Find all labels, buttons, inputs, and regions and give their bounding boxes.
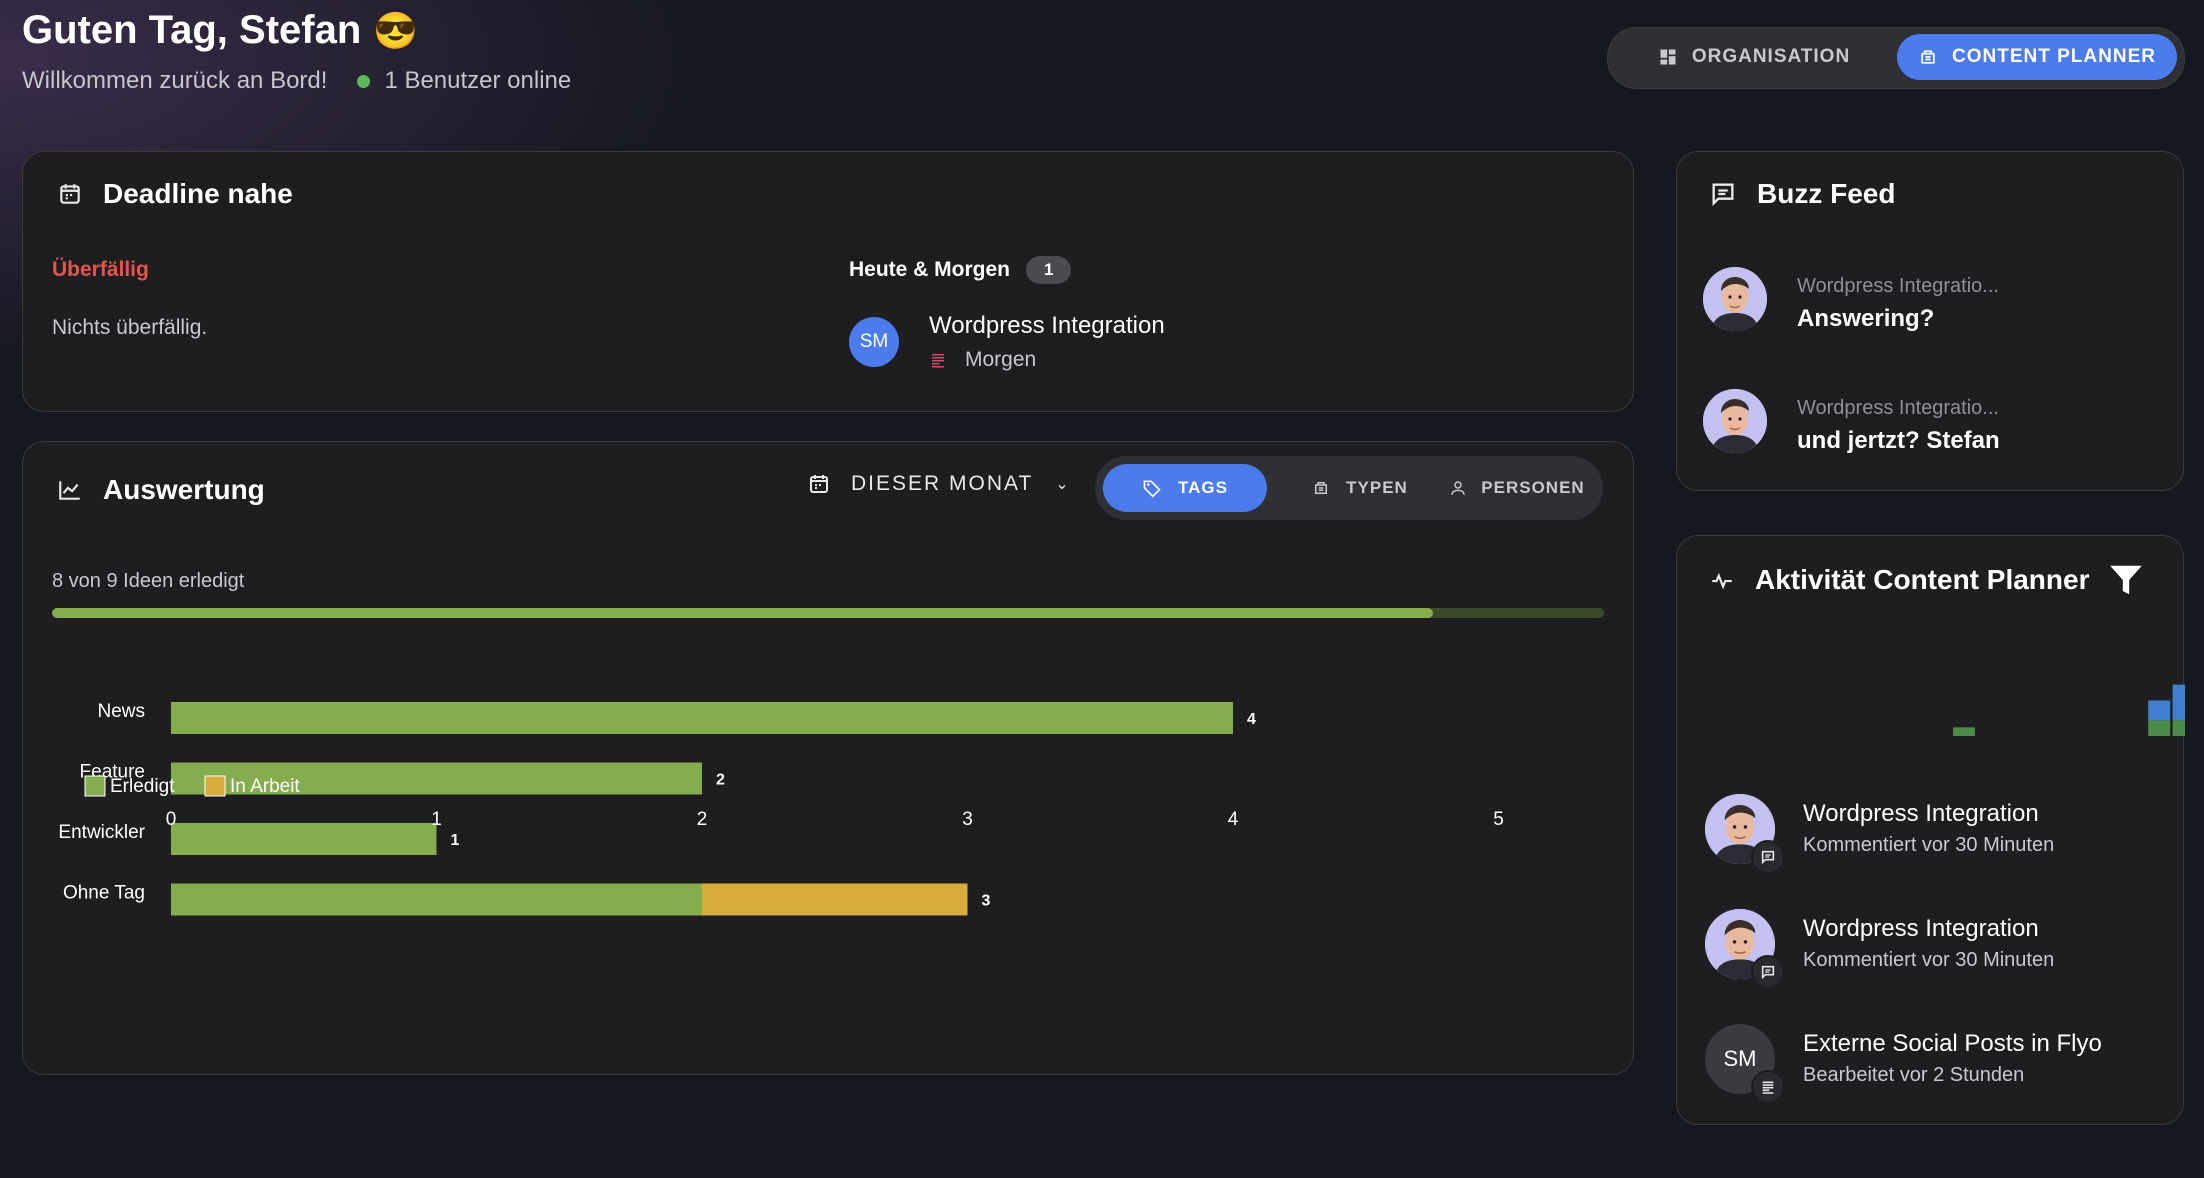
page-title: Guten Tag, Stefan xyxy=(22,8,362,52)
tab-organisation-label: ORGANISATION xyxy=(1691,46,1851,67)
bar-segment xyxy=(702,883,968,916)
bar-segment xyxy=(171,823,437,855)
activity-bar xyxy=(1953,727,1975,736)
tags-bar-chart: News 4Feature 2Entwickler 1Ohne Tag 30 1 2 3 4 5E… xyxy=(58,701,1504,916)
activity-bar xyxy=(2148,720,2171,736)
period-label: DIESER MONAT xyxy=(851,472,1034,495)
legend-swatch xyxy=(204,775,226,797)
deadline-item-title: Wordpress Integration xyxy=(929,312,1165,339)
activity-item-sub: Kommentiert vor 30 Minuten xyxy=(1803,949,2055,971)
sunglasses-emoji: 😎 xyxy=(373,9,419,51)
buzz-item[interactable]: Wordpress Integratio... und jertzt? Stef… xyxy=(1703,389,2163,459)
activity-item-title: Wordpress Integration xyxy=(1803,800,2039,827)
activity-item-title: Externe Social Posts in Flyo xyxy=(1803,1030,2102,1057)
tab-content-planner[interactable]: CONTENT PLANNER xyxy=(1897,34,2177,80)
activity-pulse-icon xyxy=(1712,572,1732,590)
notes-icon xyxy=(932,354,944,368)
buzz-item-text: und jertzt? Stefan xyxy=(1797,427,2000,454)
x-tick-label: 2 xyxy=(697,809,708,830)
online-dot-icon xyxy=(357,74,371,88)
x-tick-label: 1 xyxy=(431,809,442,830)
activity-title: Aktivität Content Planner xyxy=(1755,564,2090,595)
dashboard-icon xyxy=(1660,49,1676,65)
tab-typen[interactable]: TYPEN xyxy=(1285,464,1435,512)
page-header: Guten Tag, Stefan 😎 Willkommen zurück an… xyxy=(22,8,571,95)
buzz-item[interactable]: Wordpress Integratio... Answering? xyxy=(1703,267,2163,337)
tab-content-planner-label: CONTENT PLANNER xyxy=(1952,46,2156,67)
activity-item[interactable]: Wordpress Integration Kommentiert vor 30… xyxy=(1705,909,2165,989)
avatar xyxy=(1703,389,1767,453)
avatar: SM xyxy=(849,317,899,367)
tag-icon xyxy=(1143,480,1161,498)
comment-icon xyxy=(1751,840,1785,874)
avatar xyxy=(1703,267,1767,331)
legend-label: In Arbeit xyxy=(230,776,300,797)
calendar-icon xyxy=(810,475,828,493)
x-tick-label: 3 xyxy=(962,809,973,830)
category-label: Ohne Tag xyxy=(63,883,145,904)
online-users-text: 1 Benutzer online xyxy=(384,67,572,94)
comment-icon xyxy=(1712,183,1734,207)
tab-personen-label: PERSONEN xyxy=(1481,478,1585,497)
overdue-empty-text: Nichts überfällig. xyxy=(52,316,208,339)
legend-swatch xyxy=(84,775,106,797)
person-icon xyxy=(1451,481,1466,495)
category-label: News xyxy=(97,701,145,722)
period-dropdown[interactable]: DIESER MONAT ⌄ xyxy=(807,472,1069,496)
data-label: 4 xyxy=(1247,711,1256,728)
tab-tags-label: TAGS xyxy=(1178,478,1228,497)
planner-icon xyxy=(1921,50,1935,64)
data-label: 2 xyxy=(716,772,725,789)
deadline-item-due: Morgen xyxy=(965,348,1037,371)
activity-mini-chart xyxy=(1953,684,2185,736)
tab-organisation[interactable]: ORGANISATION xyxy=(1620,34,1888,80)
activity-bar xyxy=(2172,684,2185,721)
trending-chart-icon xyxy=(59,481,80,500)
buzz-title: Buzz Feed xyxy=(1757,178,1896,209)
bar-segment xyxy=(171,702,1233,734)
activity-item[interactable]: SM Externe Social Posts in Flyo Bearbeit… xyxy=(1705,1024,2165,1104)
progress-text: 8 von 9 Ideen erledigt xyxy=(52,570,245,592)
welcome-text: Willkommen zurück an Bord! xyxy=(22,67,328,94)
deadline-card: Deadline nahe Überfällig Nichts überfäll… xyxy=(22,151,1634,412)
calendar-icon xyxy=(60,184,80,204)
soon-label: Heute & Morgen xyxy=(849,258,1011,281)
legend-label: Erledigt xyxy=(110,776,175,797)
x-tick-label: 4 xyxy=(1228,809,1239,830)
tab-tags[interactable]: TAGS xyxy=(1103,464,1267,512)
category-label: Entwickler xyxy=(58,822,145,843)
buzz-item-context: Wordpress Integratio... xyxy=(1797,397,1999,419)
deadline-title: Deadline nahe xyxy=(103,178,293,209)
activity-item-title: Wordpress Integration xyxy=(1803,915,2039,942)
soon-count-badge: 1 xyxy=(1026,256,1072,284)
filter-icon[interactable] xyxy=(2107,560,2145,600)
comment-icon xyxy=(1751,955,1785,989)
grouping-tabs: TAGS TYPEN PERSONEN xyxy=(1095,456,1603,520)
data-label: 1 xyxy=(451,832,460,849)
buzz-feed-card: Buzz Feed Wordpress Integratio... Answer… xyxy=(1676,151,2184,491)
buzz-item-context: Wordpress Integratio... xyxy=(1797,275,1999,297)
evaluation-title: Auswertung xyxy=(103,474,265,505)
notes-icon xyxy=(1751,1070,1785,1104)
buzz-item-text: Answering? xyxy=(1797,305,1935,332)
activity-bar xyxy=(2148,700,2171,721)
activity-bar xyxy=(2172,720,2185,736)
activity-card: Aktivität Content Planner Wordpress Inte… xyxy=(1676,535,2185,1125)
activity-item-sub: Bearbeitet vor 2 Stunden xyxy=(1803,1064,2025,1086)
planner-icon xyxy=(1315,482,1328,494)
tab-typen-label: TYPEN xyxy=(1346,478,1408,497)
activity-item-sub: Kommentiert vor 30 Minuten xyxy=(1803,834,2055,856)
overdue-label: Überfällig xyxy=(52,258,149,281)
bar-segment xyxy=(171,883,702,916)
tab-personen[interactable]: PERSONEN xyxy=(1437,464,1597,512)
deadline-item[interactable]: SM Wordpress Integration Morgen xyxy=(849,312,1165,372)
evaluation-card: Auswertung DIESER MONAT ⌄ TAGS TYPEN PER… xyxy=(22,441,1634,1075)
x-tick-label: 0 xyxy=(166,809,177,830)
activity-item[interactable]: Wordpress Integration Kommentiert vor 30… xyxy=(1705,794,2165,874)
module-switcher: ORGANISATION CONTENT PLANNER xyxy=(1607,27,2185,89)
x-tick-label: 5 xyxy=(1493,809,1504,830)
data-label: 3 xyxy=(982,893,991,910)
chevron-down-icon: ⌄ xyxy=(1055,476,1069,493)
